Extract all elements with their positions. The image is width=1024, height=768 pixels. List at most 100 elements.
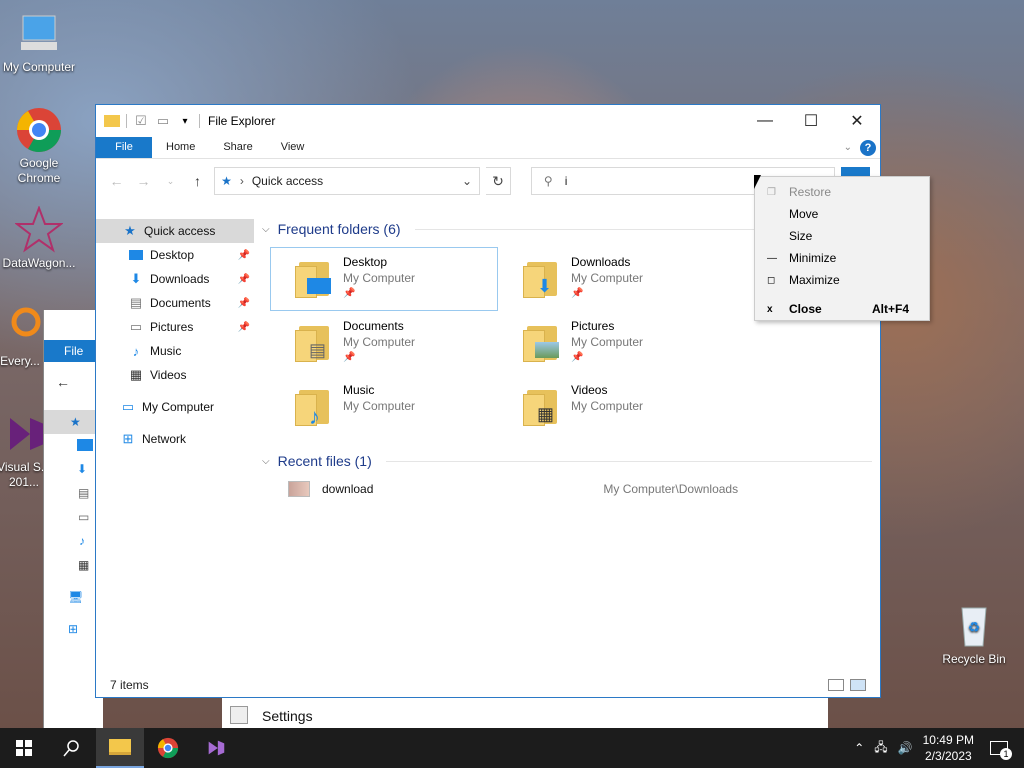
tab-view[interactable]: View bbox=[267, 137, 319, 158]
tab-file[interactable]: File bbox=[96, 137, 152, 158]
picture-icon: ▭ bbox=[78, 510, 90, 524]
collapse-icon[interactable]: ⌵ bbox=[262, 224, 270, 235]
nav-my-computer[interactable]: ▭ My Computer bbox=[96, 395, 254, 419]
new-folder-icon[interactable]: ▭ bbox=[155, 113, 171, 129]
nav-pictures[interactable]: ▭ Pictures 📌 bbox=[96, 315, 254, 339]
nav-network[interactable]: ⊞ Network bbox=[96, 427, 254, 451]
address-location[interactable]: Quick access bbox=[252, 174, 323, 188]
nav-label: Music bbox=[150, 344, 182, 358]
visual-studio-icon bbox=[208, 740, 225, 756]
menu-item-size[interactable]: Size bbox=[755, 225, 929, 247]
folder-tile-desktop[interactable]: Desktop My Computer 📌 bbox=[270, 247, 498, 311]
start-button[interactable] bbox=[0, 728, 48, 768]
large-icons-view-icon[interactable] bbox=[850, 679, 866, 691]
recent-locations-button[interactable]: ⌄ bbox=[160, 170, 181, 192]
folder-icon[interactable] bbox=[104, 115, 120, 127]
menu-item-maximize[interactable]: ◻ Maximize bbox=[755, 269, 929, 291]
view-switcher bbox=[828, 679, 866, 691]
up-button[interactable]: ↑ bbox=[187, 170, 208, 192]
menu-item-restore[interactable]: ❐ Restore bbox=[755, 181, 929, 203]
titlebar[interactable]: ☑ ▭ ▾ File Explorer — ☐ ✕ bbox=[96, 105, 880, 137]
menu-item-label: Maximize bbox=[789, 273, 840, 287]
minimize-icon: — bbox=[767, 252, 777, 264]
taskbar-chrome[interactable] bbox=[144, 728, 192, 768]
nav-downloads[interactable]: ⬇ Downloads 📌 bbox=[96, 267, 254, 291]
recent-file-row[interactable]: download My Computer\Downloads bbox=[288, 481, 872, 497]
folder-location: My Computer bbox=[571, 335, 644, 349]
volume-icon[interactable]: 🔊 bbox=[898, 741, 913, 755]
desktop-icon-datawagon[interactable]: DataWagon... bbox=[1, 206, 77, 271]
nav-label: Network bbox=[142, 432, 187, 446]
taskbar-visual-studio[interactable] bbox=[192, 728, 240, 768]
details-view-icon[interactable] bbox=[828, 679, 844, 691]
properties-icon[interactable]: ☑ bbox=[133, 113, 149, 129]
clock[interactable]: 10:49 PM 2/3/2023 bbox=[923, 732, 974, 764]
help-icon[interactable]: ? bbox=[860, 139, 876, 156]
close-button[interactable]: ✕ bbox=[834, 105, 880, 137]
divider bbox=[385, 460, 872, 462]
nav-quick-access[interactable]: ★ Quick access bbox=[96, 219, 254, 243]
pin-icon[interactable]: 📌 bbox=[238, 322, 250, 333]
folder-location: My Computer bbox=[343, 271, 416, 285]
pin-icon[interactable]: 📌 bbox=[238, 274, 250, 285]
menu-item-close[interactable]: x Close Alt+F4 bbox=[755, 298, 929, 320]
refresh-button[interactable]: ↻ bbox=[486, 167, 511, 195]
action-center-button[interactable]: 1 bbox=[984, 728, 1014, 768]
menu-item-move[interactable]: Move bbox=[755, 203, 929, 225]
folder-name: Documents bbox=[343, 319, 404, 333]
recycle-bin-icon: ♻ bbox=[961, 607, 987, 647]
pin-icon[interactable]: 📌 bbox=[238, 298, 250, 309]
address-dropdown-icon[interactable]: ⌄ bbox=[455, 174, 479, 188]
search-taskbar-button[interactable] bbox=[48, 728, 96, 768]
back-button[interactable]: ← bbox=[106, 170, 127, 192]
desktop-icon-recycle-bin[interactable]: ♻ Recycle Bin bbox=[936, 602, 1012, 667]
minimize-button[interactable]: — bbox=[742, 105, 788, 137]
show-hidden-icons-icon[interactable]: ⌃ bbox=[854, 741, 864, 755]
nav-label: Quick access bbox=[144, 224, 216, 238]
settings-window-strip[interactable]: Settings bbox=[222, 698, 828, 728]
nav-label: Downloads bbox=[150, 272, 210, 286]
group-recent-files[interactable]: ⌵ Recent files (1) bbox=[262, 453, 872, 469]
collapse-icon[interactable]: ⌵ bbox=[262, 456, 270, 467]
taskbar-file-explorer[interactable] bbox=[96, 728, 144, 768]
everything-icon bbox=[11, 307, 41, 337]
maximize-icon: ◻ bbox=[767, 274, 776, 286]
network-status-icon[interactable]: 🖧 bbox=[874, 738, 887, 759]
background-explorer-window[interactable]: File ← ★ ⬇ ▤ ▭ ♪ ▦ 🖥 ⊞ bbox=[43, 310, 103, 728]
nav-desktop[interactable]: Desktop 📌 bbox=[96, 243, 254, 267]
background-file-tab[interactable]: File bbox=[44, 340, 96, 362]
customize-qat-icon[interactable]: ▾ bbox=[177, 113, 193, 129]
folder-tile-videos[interactable]: ▦ Videos My Computer bbox=[498, 375, 726, 439]
nav-videos[interactable]: ▦ Videos bbox=[96, 363, 254, 387]
forward-button[interactable]: → bbox=[133, 170, 154, 192]
pin-icon: 📌 bbox=[343, 352, 356, 363]
menu-item-minimize[interactable]: — Minimize bbox=[755, 247, 929, 269]
folder-tile-pictures[interactable]: Pictures My Computer 📌 bbox=[498, 311, 726, 375]
nav-music[interactable]: ♪ Music bbox=[96, 339, 254, 363]
folder-tile-documents[interactable]: ▤ Documents My Computer 📌 bbox=[270, 311, 498, 375]
picture-icon: ▭ bbox=[129, 319, 143, 334]
desktop-icon bbox=[128, 247, 144, 263]
maximize-button[interactable]: ☐ bbox=[788, 105, 834, 137]
nav-documents[interactable]: ▤ Documents 📌 bbox=[96, 291, 254, 315]
folder-icon bbox=[523, 322, 563, 362]
folder-location: My Computer bbox=[571, 399, 644, 413]
folder-tile-downloads[interactable]: ⬇ Downloads My Computer 📌 bbox=[498, 247, 726, 311]
search-icon bbox=[63, 740, 79, 757]
tab-home[interactable]: Home bbox=[152, 137, 209, 158]
desktop-icon-chrome[interactable]: Google Chrome bbox=[1, 106, 77, 186]
folder-icon: ▤ bbox=[295, 322, 335, 362]
video-icon: ▦ bbox=[78, 558, 90, 572]
recent-file-name: download bbox=[322, 482, 374, 496]
folder-tile-music[interactable]: ♪ Music My Computer bbox=[270, 375, 498, 439]
windows-icon bbox=[16, 740, 32, 756]
desktop-icon-my-computer[interactable]: My Computer bbox=[1, 10, 77, 75]
tab-share[interactable]: Share bbox=[209, 137, 266, 158]
clock-time: 10:49 PM bbox=[922, 733, 974, 747]
search-input[interactable]: i bbox=[565, 174, 568, 188]
pin-icon[interactable]: 📌 bbox=[238, 250, 250, 261]
address-bar[interactable]: ★ › Quick access ⌄ bbox=[214, 167, 481, 195]
breadcrumb-separator-icon[interactable]: › bbox=[240, 174, 244, 188]
expand-ribbon-icon[interactable]: ⌄ bbox=[844, 142, 852, 153]
back-arrow-icon[interactable]: ← bbox=[56, 374, 70, 390]
